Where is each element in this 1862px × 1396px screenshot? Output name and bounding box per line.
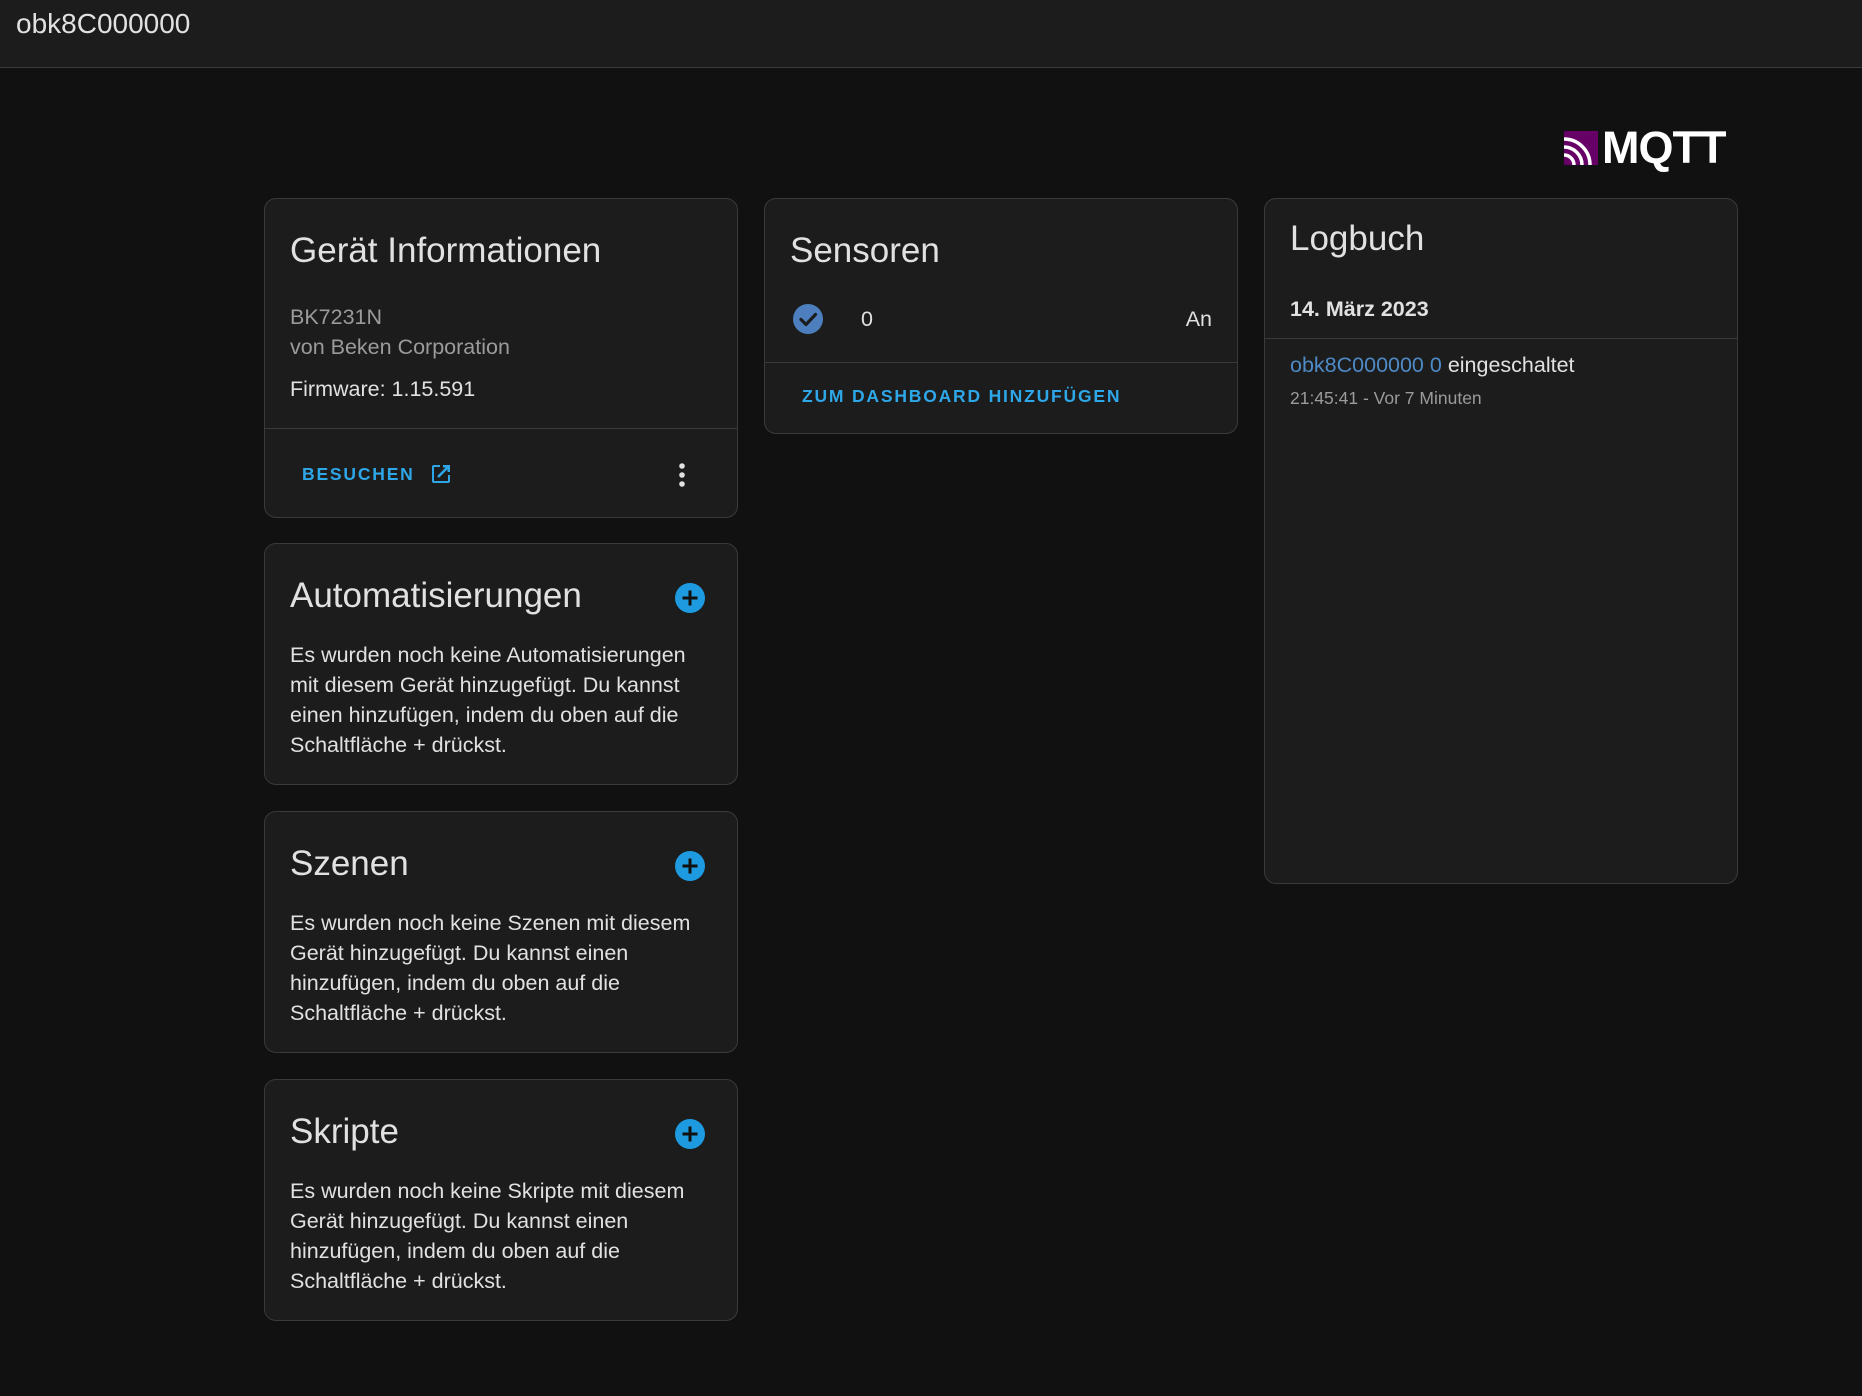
sensors-divider bbox=[765, 362, 1237, 363]
device-info-card: Gerät Informationen BK7231N von Beken Co… bbox=[264, 198, 738, 518]
more-options-icon[interactable] bbox=[675, 461, 689, 489]
device-info-title: Gerät Informationen bbox=[290, 231, 602, 270]
scenes-empty-text: Es wurden noch keine Szenen mit diesem G… bbox=[290, 911, 691, 1025]
logbook-entry: obk8C000000 0 eingeschaltet bbox=[1290, 353, 1575, 378]
scenes-title: Szenen bbox=[290, 844, 409, 883]
top-bar: obk8C000000 bbox=[0, 0, 1862, 68]
sensor-entity-state: An bbox=[1185, 307, 1212, 331]
device-model: BK7231N bbox=[290, 305, 383, 329]
automations-card: Automatisierungen Es wurden noch keine A… bbox=[264, 543, 738, 785]
automations-empty-text: Es wurden noch keine Automatisierungen m… bbox=[290, 643, 686, 757]
logbook-entry-time: 21:45:41 - Vor 7 Minuten bbox=[1290, 388, 1482, 408]
external-link-icon bbox=[431, 465, 450, 483]
sensors-card: Sensoren 0 An ZUM DASHBOARD HINZUFÜGEN bbox=[764, 198, 1238, 434]
add-scene-button[interactable] bbox=[675, 851, 705, 881]
sensor-row[interactable]: 0 An bbox=[765, 299, 1237, 339]
logbook-entry-entity-link[interactable]: obk8C000000 0 bbox=[1290, 353, 1442, 377]
logbook-date: 14. März 2023 bbox=[1290, 297, 1429, 321]
logbook-entry-action: eingeschaltet bbox=[1447, 353, 1575, 377]
logbook-title: Logbuch bbox=[1290, 219, 1425, 258]
logbook-divider bbox=[1265, 338, 1737, 339]
scripts-title: Skripte bbox=[290, 1112, 399, 1151]
sensor-entity-name: 0 bbox=[861, 307, 873, 331]
add-script-button[interactable] bbox=[675, 1119, 705, 1149]
page-title: obk8C000000 bbox=[16, 8, 191, 39]
logbook-card: Logbuch 14. März 2023 obk8C000000 0 eing… bbox=[1264, 198, 1738, 884]
mqtt-logo: MQTT bbox=[1564, 122, 1726, 173]
visit-button[interactable]: BESUCHEN bbox=[302, 462, 453, 486]
device-manufacturer: von Beken Corporation bbox=[290, 335, 510, 359]
check-circle-icon bbox=[793, 304, 823, 334]
mqtt-logo-icon bbox=[1564, 131, 1598, 165]
scenes-card: Szenen Es wurden noch keine Szenen mit d… bbox=[264, 811, 738, 1053]
mqtt-logo-text: MQTT bbox=[1602, 122, 1726, 173]
scripts-card: Skripte Es wurden noch keine Skripte mit… bbox=[264, 1079, 738, 1321]
visit-button-label: BESUCHEN bbox=[302, 463, 415, 484]
automations-title: Automatisierungen bbox=[290, 576, 582, 615]
add-to-dashboard-button[interactable]: ZUM DASHBOARD HINZUFÜGEN bbox=[802, 386, 1121, 407]
device-firmware: Firmware: 1.15.591 bbox=[290, 377, 476, 401]
add-automation-button[interactable] bbox=[675, 583, 705, 613]
scripts-empty-text: Es wurden noch keine Skripte mit diesem … bbox=[290, 1179, 685, 1293]
sensors-title: Sensoren bbox=[790, 231, 940, 270]
device-info-divider bbox=[265, 428, 737, 429]
